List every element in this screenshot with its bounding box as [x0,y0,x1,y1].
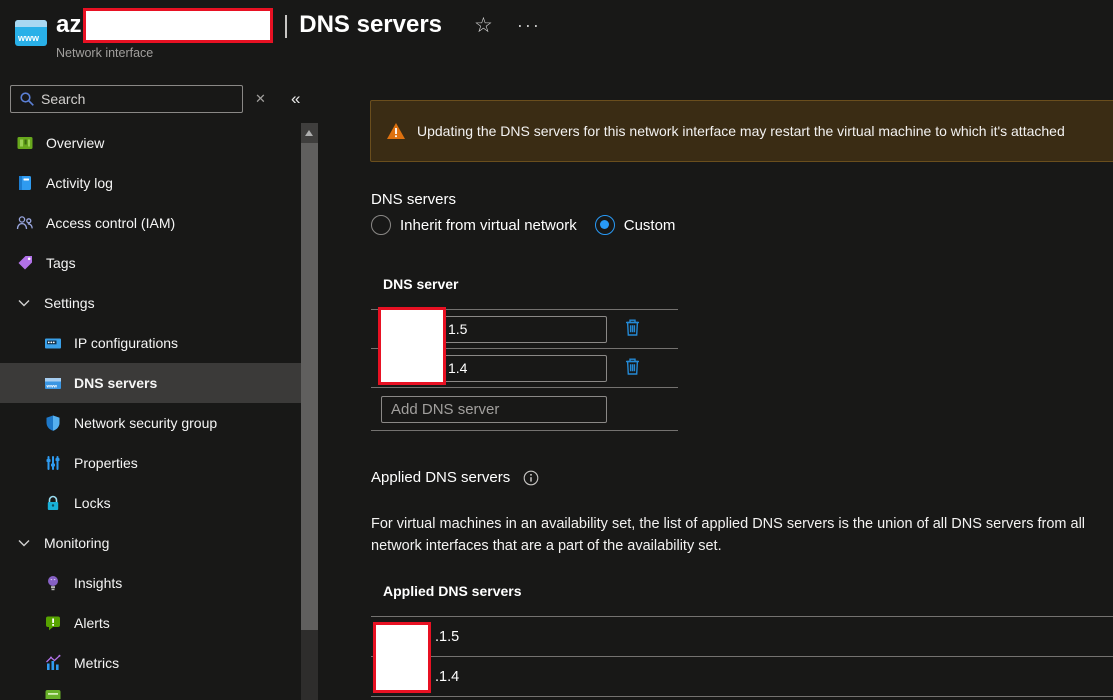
dns-servers-pane: Updating the DNS servers for this networ… [318,76,1113,700]
chevron-down-icon [18,300,30,307]
add-dns-server-input[interactable] [381,395,607,423]
sidebar-item-label: Network security group [74,415,218,431]
scrollbar-thumb[interactable] [301,143,318,630]
alert-icon [46,616,60,631]
sidebar-group-label: Settings [44,295,95,311]
radio-inherit-label[interactable]: Inherit from virtual network [400,217,577,234]
sidebar-item-label: Insights [74,575,123,591]
page-title: az [56,11,82,38]
sidebar-item-network-security-group[interactable]: Network security group [0,403,301,443]
radio-inherit[interactable] [371,215,391,235]
resource-menu-sidebar: ✕ « Overview Activity log [0,76,301,700]
applied-dns-description: For virtual machines in an availability … [371,516,1086,554]
document-icon [45,690,61,699]
sidebar-group-label: Monitoring [44,535,110,551]
applied-dns-heading-row: Applied DNS servers [371,469,539,486]
delete-dns-server-button[interactable] [623,317,642,341]
sidebar-item-alerts[interactable]: Alerts [0,603,301,643]
lock-icon [47,495,59,510]
dns-servers-field-label: DNS servers [371,191,457,208]
shield-icon [46,415,60,431]
sidebar-item-ip-configurations[interactable]: IP configurations [0,323,301,363]
svg-text:www: www [17,33,40,43]
sidebar-item-label: Locks [74,495,111,511]
radio-custom[interactable] [594,215,615,235]
sidebar-item-label: Tags [46,255,76,271]
chevron-down-icon [18,540,30,547]
sidebar-item-dns-servers[interactable]: www DNS servers [0,363,301,403]
sidebar-item-tags[interactable]: Tags [0,243,301,283]
sidebar-item-activity-log[interactable]: Activity log [0,163,301,203]
sidebar-item-label: Activity log [46,175,113,191]
network-interface-icon: www [15,20,47,46]
clear-search-icon[interactable]: ✕ [255,91,266,107]
lightbulb-icon [48,576,58,591]
applied-dns-row: .1.4 [371,656,1113,696]
sliders-icon [46,456,60,470]
applied-dns-column-header: Applied DNS servers [383,583,522,599]
sidebar-item-label: Alerts [74,615,110,631]
add-dns-server-row [371,387,678,430]
page-header: www az | DNS servers ☆ ··· Network inter… [0,0,1113,76]
trash-icon [626,319,639,336]
activity-log-icon [19,176,31,190]
overview-icon [17,137,33,149]
sidebar-item-label: Properties [74,455,138,471]
applied-dns-table: Applied DNS servers .1.5 .1.4 [371,583,1113,697]
collapse-sidebar-icon[interactable]: « [291,89,300,109]
dns-mode-radio-group: Inherit from virtual network Custom [371,215,693,235]
info-icon[interactable] [523,470,539,486]
metrics-icon [46,654,61,670]
sidebar-group-monitoring[interactable]: Monitoring [0,523,301,563]
more-options-icon[interactable]: ··· [517,15,541,36]
page-title-section: DNS servers [299,11,443,38]
svg-text:www: www [46,384,58,389]
sidebar-item-label: Metrics [74,655,120,671]
warning-icon [387,123,405,139]
sidebar-item-partial[interactable] [0,683,301,699]
applied-dns-value: .1.5 [435,628,460,645]
sidebar-scrollbar[interactable] [301,123,318,700]
tag-icon [18,256,32,270]
sidebar-item-insights[interactable]: Insights [0,563,301,603]
redaction-box-applied-dns [373,622,431,693]
search-icon [20,92,34,106]
search-input[interactable] [41,91,221,107]
applied-dns-row: .1.5 [371,616,1113,656]
sidebar-item-locks[interactable]: Locks [0,483,301,523]
trash-icon [626,358,639,375]
sidebar-item-label: Overview [46,135,105,151]
dns-server-column-header: DNS server [383,276,459,292]
warning-banner: Updating the DNS servers for this networ… [370,100,1113,162]
sidebar-item-metrics[interactable]: Metrics [0,643,301,683]
redaction-box-title [82,7,273,43]
ip-configurations-icon [45,338,61,349]
sidebar-item-properties[interactable]: Properties [0,443,301,483]
sidebar-nav: Overview Activity log Access control (IA… [0,123,301,699]
radio-custom-label[interactable]: Custom [624,217,676,234]
favorite-star-icon[interactable]: ☆ [474,13,493,38]
sidebar-item-access-control[interactable]: Access control (IAM) [0,203,301,243]
applied-dns-heading: Applied DNS servers [371,469,511,486]
sidebar-search[interactable] [10,85,243,113]
resource-type-label: Network interface [56,46,154,60]
scrollbar-up-arrow[interactable] [301,123,318,143]
delete-dns-server-button[interactable] [623,356,642,380]
redaction-box-dns-servers [378,307,446,385]
sidebar-item-label: Access control (IAM) [46,215,176,231]
applied-dns-value: .1.4 [435,668,460,685]
sidebar-item-label: DNS servers [74,375,158,391]
azure-portal-page: www az | DNS servers ☆ ··· Network inter… [0,0,1113,700]
warning-banner-text: Updating the DNS servers for this networ… [417,123,1065,139]
access-control-icon [16,216,33,230]
sidebar-item-label: IP configurations [74,335,179,351]
title-separator: | [282,10,290,39]
sidebar-group-settings[interactable]: Settings [0,283,301,323]
dns-servers-icon: www [45,378,61,389]
sidebar-item-overview[interactable]: Overview [0,123,301,163]
